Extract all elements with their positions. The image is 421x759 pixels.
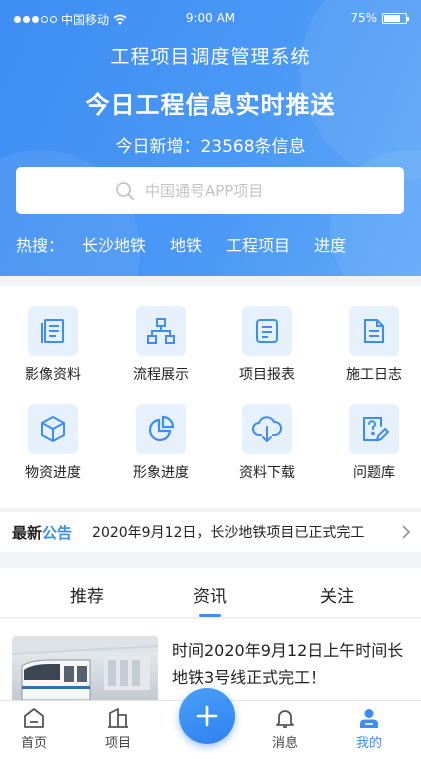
nav-label: 消息 xyxy=(271,736,298,751)
cloud-download-icon xyxy=(252,416,282,442)
hot-tag[interactable]: 地铁 xyxy=(170,232,202,256)
pie-chart-icon xyxy=(148,415,175,442)
grid-item-visual-progress[interactable]: 形象进度 xyxy=(116,404,206,482)
search-icon xyxy=(116,181,134,200)
nav-label: 项目 xyxy=(104,736,131,751)
tab-news[interactable]: 资讯 xyxy=(160,582,260,607)
grid-item-construction-log[interactable]: 施工日志 xyxy=(329,306,419,384)
hot-tag[interactable]: 工程项目 xyxy=(226,232,290,256)
nav-messages[interactable]: 消息 xyxy=(255,707,315,751)
user-icon xyxy=(360,709,378,728)
active-tab-indicator xyxy=(199,614,221,617)
grid-item-label: 影像资料 xyxy=(25,367,81,383)
grid-item-label: 施工日志 xyxy=(346,367,402,383)
plus-icon xyxy=(196,705,218,727)
tab-follow[interactable]: 关注 xyxy=(287,582,387,607)
report-icon xyxy=(256,319,278,343)
hot-tag[interactable]: 长沙地铁 xyxy=(82,232,146,256)
add-button[interactable] xyxy=(179,688,235,744)
question-edit-icon xyxy=(363,417,389,442)
announcement-label-latest: 最新 xyxy=(12,523,43,542)
grid-item-image-archive[interactable]: 影像资料 xyxy=(8,306,98,384)
grid-item-report[interactable]: 项目报表 xyxy=(222,306,312,384)
feature-grid: 影像资料 流程展示 项目报表 施工日志 物资进度 形象进度 资料下载 问题库 xyxy=(0,286,421,508)
news-title: 时间2020年9月12日上午时间长地铁3号线正式完工！ xyxy=(172,641,404,687)
grid-item-label: 物资进度 xyxy=(25,465,81,481)
nav-mine[interactable]: 我的 xyxy=(339,707,399,751)
tab-recommend[interactable]: 推荐 xyxy=(37,582,137,607)
announcement-label-notice: 公告 xyxy=(42,523,73,542)
chevron-right-icon xyxy=(402,525,411,539)
status-bar: 中国移动 9:00 AM 75% xyxy=(0,0,421,38)
grid-item-material-progress[interactable]: 物资进度 xyxy=(8,404,98,482)
battery-icon xyxy=(382,12,409,24)
battery-percent: 75% xyxy=(350,11,377,25)
search-input[interactable] xyxy=(145,181,305,200)
building-icon xyxy=(108,708,128,728)
home-icon xyxy=(24,708,44,728)
hero-title: 今日工程信息实时推送 xyxy=(85,91,336,119)
image-archive-icon xyxy=(41,319,64,343)
nav-label: 首页 xyxy=(20,736,47,751)
grid-item-label: 项目报表 xyxy=(239,367,295,383)
construction-log-icon xyxy=(364,319,384,343)
announcement-text: 2020年9月12日，长沙地铁项目已正式完工 xyxy=(92,525,365,541)
grid-item-label: 形象进度 xyxy=(133,465,189,481)
header-banner: 中国移动 9:00 AM 75% 工程项目调度管理系统 今日工程信息实时推送 今… xyxy=(0,0,421,276)
grid-item-download[interactable]: 资料下载 xyxy=(222,404,312,482)
app-title: 工程项目调度管理系统 xyxy=(110,46,311,68)
hot-search-label: 热搜： xyxy=(16,236,65,255)
hot-search-row: 热搜： 长沙地铁 地铁 工程项目 进度 xyxy=(16,232,370,256)
bell-icon xyxy=(276,710,294,728)
nav-home[interactable]: 首页 xyxy=(4,707,64,751)
grid-item-label: 问题库 xyxy=(353,465,395,481)
cube-icon xyxy=(41,416,65,442)
hot-tag[interactable]: 进度 xyxy=(314,232,346,256)
nav-label: 我的 xyxy=(355,736,382,751)
grid-item-question-bank[interactable]: 问题库 xyxy=(329,404,419,482)
nav-projects[interactable]: 项目 xyxy=(88,707,148,751)
grid-item-label: 资料下载 xyxy=(239,465,295,481)
grid-item-label: 流程展示 xyxy=(133,367,189,383)
flowchart-icon xyxy=(147,318,175,344)
search-bar[interactable] xyxy=(16,167,404,214)
grid-item-flowchart[interactable]: 流程展示 xyxy=(116,306,206,384)
content-tabs: 推荐 资讯 关注 xyxy=(0,568,421,618)
today-new-count: 今日新增：23568条信息 xyxy=(115,137,306,157)
announcement-bar[interactable]: 最新 公告 2020年9月12日，长沙地铁项目已正式完工 xyxy=(0,512,421,552)
